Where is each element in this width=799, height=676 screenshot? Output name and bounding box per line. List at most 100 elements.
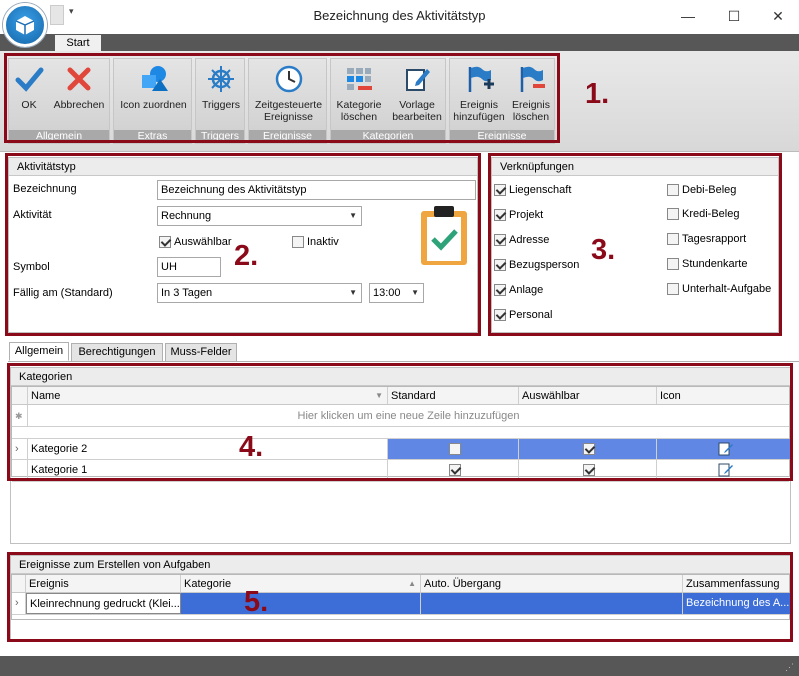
new-row-star-icon: ✱ [12,405,28,426]
adresse-checkbox[interactable] [494,234,506,246]
stundenkarte-row[interactable]: Stundenkarte [667,258,747,270]
flag-add-icon [463,63,495,95]
debi-beleg-checkbox[interactable] [667,184,679,196]
annotation-number-2: 2. [234,240,259,272]
stundenkarte-checkbox[interactable] [667,258,679,270]
auswaehlbar-row-checkbox[interactable] [583,464,595,477]
close-button[interactable]: ✕ [756,0,799,32]
kategorie-loeschen-button[interactable]: Kategorie löschen [333,63,385,123]
projekt-label: Projekt [509,209,544,221]
vorlage-bearbeiten-label-2: bearbeiten [392,111,442,123]
resize-grip-icon[interactable]: ⋰ [785,662,794,673]
bezugsperson-label: Bezugsperson [509,259,580,271]
standard-checkbox[interactable] [448,464,461,477]
standard-cell[interactable] [388,439,519,459]
triggers-button[interactable]: Triggers [197,63,245,111]
auswaehlbar-cell[interactable] [519,460,657,481]
annotation-number-5: 5. [244,586,269,618]
aktivitaet-label: Aktivität [13,209,52,221]
zeit-select[interactable]: 13:00 ▼ [369,283,424,303]
zusammenfassung-cell[interactable]: Bezeichnung des A... [683,593,791,614]
col-zusammenfassung[interactable]: Zusammenfassung [683,575,791,592]
aktivitaet-select[interactable]: Rechnung ▼ [157,206,362,226]
ribbon-tab-start[interactable]: Start [55,35,101,51]
kredi-beleg-row[interactable]: Kredi-Beleg [667,208,739,220]
minimize-button[interactable]: — [666,0,710,32]
table-row[interactable]: › Kleinrechnung gedruckt (Klei... Bezeic… [12,593,791,615]
maximize-button[interactable]: ☐ [712,0,756,32]
quick-access-toolbar[interactable] [50,5,64,25]
status-bar [0,656,799,676]
icon-cell[interactable] [657,460,791,481]
tagesrapport-checkbox[interactable] [667,233,679,245]
anlage-row[interactable]: Anlage [494,284,543,296]
unterhalt-aufgabe-checkbox[interactable] [667,283,679,295]
bezeichnung-input[interactable]: Bezeichnung des Aktivitätstyp [157,180,476,200]
abbrechen-button[interactable]: Abbrechen [49,63,109,111]
col-auswaehlbar[interactable]: Auswählbar [519,387,657,404]
col-kategorie[interactable]: Kategorie ▲ [181,575,421,592]
kategorie-name-cell[interactable]: Kategorie 1 [28,460,388,481]
vorlage-bearbeiten-button[interactable]: Vorlage bearbeiten [389,63,445,123]
standard-cell[interactable] [388,460,519,481]
symbol-input[interactable]: UH [157,257,221,277]
col-standard[interactable]: Standard [388,387,519,404]
icon-cell[interactable] [657,439,791,459]
ok-button[interactable]: OK [11,63,47,111]
table-row[interactable]: Kategorie 1 [12,460,789,482]
kategorie-cell[interactable] [181,593,421,614]
checkmark-icon [13,63,45,95]
unterhalt-aufgabe-row[interactable]: Unterhalt-Aufgabe [667,283,771,295]
anlage-checkbox[interactable] [494,284,506,296]
ereignisse-header: Ereignisse zum Erstellen von Aufgaben [11,556,790,574]
sort-ascending-icon: ▲ [408,579,416,588]
personal-row[interactable]: Personal [494,309,552,321]
filter-dropdown-icon[interactable]: ▼ [375,387,383,404]
clipboard-check-icon[interactable] [419,205,469,267]
personal-checkbox[interactable] [494,309,506,321]
ereignis-cell[interactable]: Kleinrechnung gedruckt (Klei... [26,593,181,614]
faellig-select[interactable]: In 3 Tagen ▼ [157,283,362,303]
kategorie-name-cell[interactable]: Kategorie 2 [28,439,388,459]
inaktiv-checkbox[interactable] [292,236,304,248]
adresse-row[interactable]: Adresse [494,234,549,246]
col-ereignis[interactable]: Ereignis [26,575,181,592]
projekt-row[interactable]: Projekt [494,209,543,221]
ribbon-group-triggers: Triggers Triggers [195,58,245,144]
tab-berechtigungen[interactable]: Berechtigungen [71,343,163,362]
col-auto-uebergang[interactable]: Auto. Übergang [421,575,683,592]
edit-icon[interactable] [718,441,734,457]
auswaehlbar-checkbox-row[interactable]: Auswählbar [159,236,231,248]
col-name[interactable]: Name ▼ [28,387,388,404]
tab-allgemein[interactable]: Allgemein [9,342,69,361]
icon-zuordnen-button[interactable]: Icon zuordnen [116,63,191,111]
bezugsperson-row[interactable]: Bezugsperson [494,259,579,271]
new-row-hint: Hier klicken um eine neue Zeile hinzuzuf… [297,410,520,422]
zeitgesteuerte-ereignisse-button[interactable]: Zeitgesteuerte Ereignisse [251,63,326,123]
app-menu-icon[interactable] [3,3,47,47]
auswaehlbar-checkbox[interactable] [159,236,171,248]
tab-muss-felder[interactable]: Muss-Felder [165,343,237,362]
bezugsperson-checkbox[interactable] [494,259,506,271]
qat-dropdown-icon[interactable]: ▾ [69,6,74,17]
ereignis-hinzufuegen-label-2: hinzufügen [453,111,505,123]
kredi-beleg-checkbox[interactable] [667,208,679,220]
table-row[interactable]: › Kategorie 2 [12,438,791,460]
auswaehlbar-row-checkbox[interactable] [583,443,595,456]
inaktiv-checkbox-row[interactable]: Inaktiv [292,236,339,248]
inaktiv-label: Inaktiv [307,236,339,248]
auto-uebergang-cell[interactable] [421,593,683,614]
debi-beleg-row[interactable]: Debi-Beleg [667,184,736,196]
col-icon[interactable]: Icon [657,387,791,404]
liegenschaft-checkbox[interactable] [494,184,506,196]
ribbon-group-extras: Icon zuordnen Extras [113,58,192,144]
liegenschaft-row[interactable]: Liegenschaft [494,184,571,196]
projekt-checkbox[interactable] [494,209,506,221]
ereignis-hinzufuegen-button[interactable]: Ereignis hinzufügen [452,63,506,123]
standard-checkbox[interactable] [448,443,461,456]
ereignis-loeschen-button[interactable]: Ereignis löschen [508,63,554,123]
edit-icon[interactable] [718,462,734,478]
auswaehlbar-cell[interactable] [519,439,657,459]
new-row[interactable]: ✱ Hier klicken um eine neue Zeile hinzuz… [12,405,789,427]
tagesrapport-row[interactable]: Tagesrapport [667,233,746,245]
